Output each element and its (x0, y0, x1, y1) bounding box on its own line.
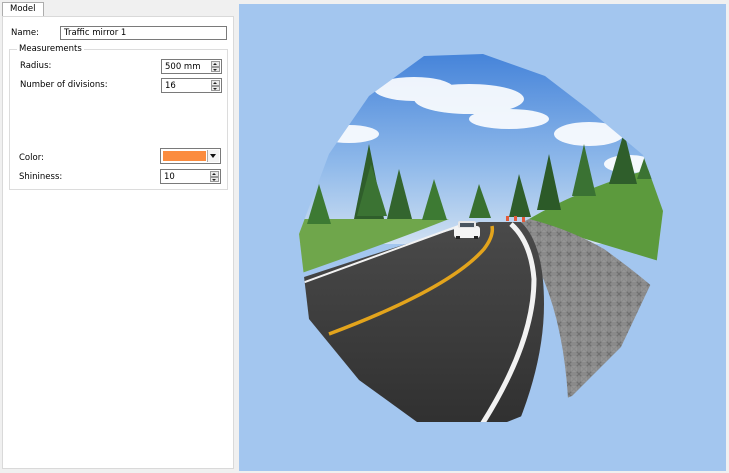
radius-value: 500 mm (165, 62, 201, 72)
divisions-label: Number of divisions: (20, 80, 108, 90)
radius-label: Radius: (20, 61, 52, 71)
shininess-spinbox[interactable]: 10 (160, 169, 221, 184)
color-swatch (163, 151, 206, 161)
mirror-render (299, 54, 663, 422)
divisions-spinbox[interactable]: 16 (161, 78, 222, 93)
shininess-value: 10 (164, 172, 175, 182)
name-label: Name: (11, 28, 39, 38)
shininess-label: Shininess: (19, 172, 63, 182)
properties-panel: Name: Traffic mirror 1 Measurements Radi… (2, 16, 234, 469)
name-input[interactable]: Traffic mirror 1 (60, 26, 227, 40)
radius-spin-down-icon[interactable] (211, 66, 220, 72)
divisions-spin-down-icon[interactable] (211, 85, 220, 91)
divisions-value: 16 (165, 81, 176, 91)
measurements-group-title: Measurements (17, 43, 84, 55)
tab-strip: Model (0, 0, 236, 17)
radius-spinbox[interactable]: 500 mm (161, 59, 222, 74)
tab-model[interactable]: Model (2, 2, 44, 17)
color-label: Color: (19, 153, 44, 163)
3d-viewport[interactable] (239, 4, 726, 471)
shininess-spin-down-icon[interactable] (210, 176, 219, 182)
mirror-surface (299, 54, 663, 422)
color-dropdown[interactable] (160, 148, 221, 164)
dropdown-arrow-icon[interactable] (207, 150, 219, 162)
